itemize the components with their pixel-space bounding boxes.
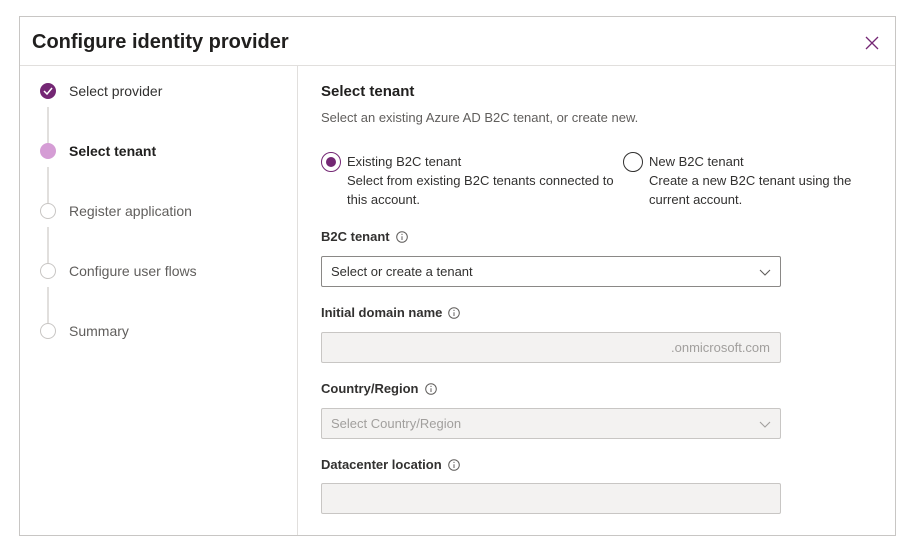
b2c-tenant-dropdown[interactable]: Select or create a tenant [321, 256, 781, 287]
option-description: Select from existing B2C tenants connect… [347, 173, 614, 207]
dialog-header: Configure identity provider [20, 17, 895, 66]
initial-domain-input[interactable]: .onmicrosoft.com [321, 332, 781, 363]
existing-tenant-option[interactable]: Existing B2C tenant Select from existing… [321, 152, 622, 209]
step-select-provider[interactable]: Select provider [40, 81, 162, 101]
domain-suffix: .onmicrosoft.com [671, 340, 770, 355]
radio-checked-icon[interactable] [321, 152, 341, 172]
configure-identity-provider-dialog: Configure identity provider Select provi… [19, 16, 896, 536]
field-label-text: Datacenter location [321, 457, 442, 472]
new-tenant-option[interactable]: New B2C tenant Create a new B2C tenant u… [623, 152, 874, 209]
field-label-text: Country/Region [321, 381, 419, 396]
field-label-text: Initial domain name [321, 305, 443, 320]
datacenter-location-input[interactable] [321, 483, 781, 514]
step-register-application[interactable]: Register application [40, 201, 192, 221]
info-icon[interactable] [395, 230, 408, 243]
step-label: Configure user flows [69, 263, 197, 279]
step-label: Select tenant [69, 143, 157, 159]
step-summary[interactable]: Summary [40, 321, 129, 341]
step-content: Select tenant Select an existing Azure A… [321, 65, 895, 535]
step-configure-user-flows[interactable]: Configure user flows [40, 261, 197, 281]
field-label-text: B2C tenant [321, 229, 390, 244]
close-icon[interactable] [865, 36, 879, 50]
info-icon[interactable] [447, 458, 460, 471]
option-description: Create a new B2C tenant using the curren… [649, 173, 852, 207]
initial-domain-label: Initial domain name [321, 305, 461, 320]
info-icon[interactable] [448, 306, 461, 319]
chevron-down-icon [759, 269, 771, 276]
checkmark-icon [40, 83, 56, 99]
wizard-steps: Select provider Select tenant Register a… [20, 65, 298, 535]
chevron-down-icon [759, 421, 771, 428]
country-region-dropdown[interactable]: Select Country/Region [321, 408, 781, 439]
dropdown-placeholder: Select or create a tenant [331, 264, 473, 279]
section-title: Select tenant [321, 83, 415, 100]
step-label: Select provider [69, 83, 163, 99]
info-icon[interactable] [424, 382, 437, 395]
datacenter-location-label: Datacenter location [321, 457, 460, 472]
dialog-title: Configure identity provider [32, 31, 289, 53]
step-label: Summary [69, 323, 129, 339]
step-label: Register application [69, 203, 192, 219]
step-select-tenant[interactable]: Select tenant [40, 141, 156, 161]
section-description: Select an existing Azure AD B2C tenant, … [321, 110, 639, 125]
radio-unchecked-icon[interactable] [623, 152, 643, 172]
dropdown-placeholder: Select Country/Region [331, 416, 462, 431]
current-step-dot-icon [40, 143, 56, 159]
option-title: Existing B2C tenant [347, 154, 462, 169]
pending-step-dot-icon [40, 263, 56, 279]
b2c-tenant-label: B2C tenant [321, 229, 408, 244]
option-title: New B2C tenant [649, 154, 744, 169]
pending-step-dot-icon [40, 323, 56, 339]
pending-step-dot-icon [40, 203, 56, 219]
country-region-label: Country/Region [321, 381, 437, 396]
